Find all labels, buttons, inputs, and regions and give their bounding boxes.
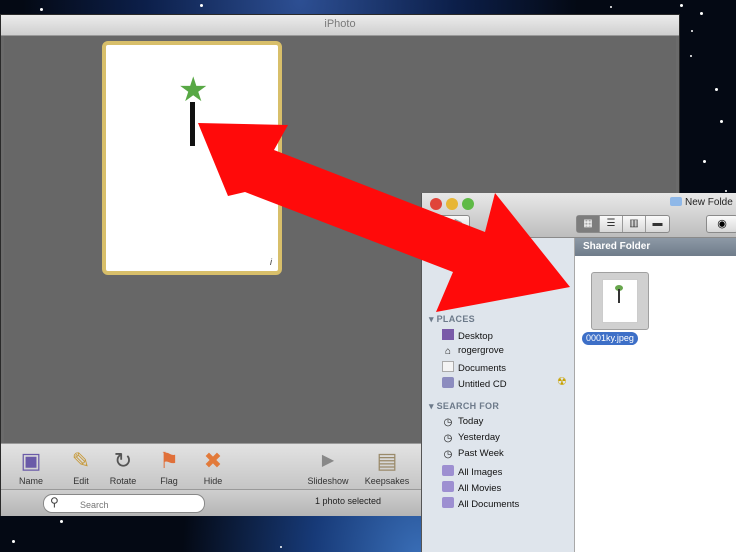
arrow-annotation bbox=[198, 123, 570, 312]
double-arrow-icon bbox=[198, 123, 570, 312]
